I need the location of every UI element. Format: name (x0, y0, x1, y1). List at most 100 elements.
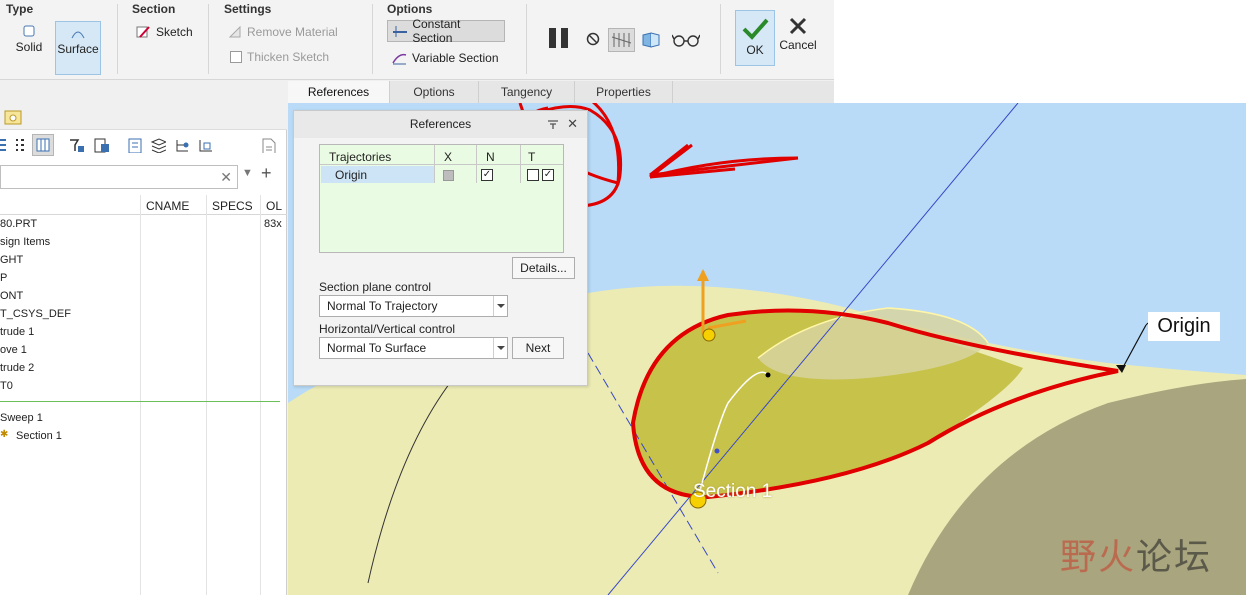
layers-icon[interactable] (150, 137, 166, 153)
add-icon[interactable]: + (261, 163, 272, 184)
ok-button[interactable]: OK (735, 10, 775, 66)
t-checkbox-1[interactable] (527, 169, 539, 181)
tree-item-sweep[interactable]: Sweep 1 (0, 412, 43, 424)
col-trajectories: Trajectories (329, 150, 392, 164)
filter-tree-icon[interactable] (68, 137, 84, 153)
glasses-icon[interactable] (672, 32, 700, 48)
tree-item-section[interactable]: Section 1 (16, 430, 62, 442)
tree-columns-icon[interactable] (197, 137, 213, 153)
pin-icon[interactable] (547, 120, 559, 130)
sketch-icon (136, 26, 150, 38)
group-title-settings: Settings (224, 2, 272, 16)
tab-options[interactable]: Options (390, 81, 479, 103)
t-checkbox-2[interactable]: ✓ (542, 169, 554, 181)
sketch-button[interactable]: Sketch (135, 24, 193, 40)
constant-section-button[interactable]: Constant Section (387, 17, 505, 45)
folder-icon[interactable] (4, 109, 22, 125)
column-ol[interactable]: OL (266, 199, 282, 213)
surface-icon (71, 31, 85, 39)
watermark-part-b: 论坛 (1136, 537, 1213, 578)
watermark-part-a: 野火 (1060, 537, 1137, 578)
tree-item[interactable]: P (0, 272, 7, 284)
table-row[interactable]: Origin (321, 166, 434, 183)
separator (526, 4, 527, 74)
column-cname[interactable]: CNAME (146, 199, 189, 213)
tree-item[interactable]: 80.PRT (0, 218, 37, 230)
no-preview-icon[interactable] (586, 32, 600, 46)
tree-settings-icon[interactable] (93, 137, 109, 153)
x-checkbox[interactable] (443, 170, 454, 181)
mesh-preview-icon (611, 33, 632, 47)
ribbon-blank (834, 0, 1246, 103)
tab-tangency[interactable]: Tangency (479, 81, 575, 103)
group-title-type: Type (6, 2, 34, 16)
layer-icon[interactable] (14, 137, 30, 153)
tab-references[interactable]: References (288, 81, 390, 103)
tree-item[interactable]: trude 2 (0, 362, 34, 374)
col-t: T (528, 150, 536, 164)
panel-header (0, 103, 287, 130)
separator (372, 4, 373, 74)
tree-item[interactable]: GHT (0, 254, 23, 266)
next-button[interactable]: Next (512, 337, 564, 359)
checkmark-icon (742, 18, 769, 40)
solid-icon (23, 25, 35, 37)
section-plane-label: Section plane control (319, 280, 432, 294)
clear-icon[interactable]: ✕ (220, 169, 232, 186)
sketch-marker-icon: ✱ (0, 429, 9, 440)
close-icon (789, 17, 807, 35)
tree-item[interactable]: ove 1 (0, 344, 27, 356)
search-input[interactable]: ✕ (0, 165, 238, 189)
tab-properties[interactable]: Properties (575, 81, 673, 103)
thicken-sketch-checkbox[interactable] (230, 51, 242, 63)
hierarchy-icon[interactable] (174, 137, 190, 153)
tree-item[interactable]: T_CSYS_DEF (0, 308, 71, 320)
variable-section-icon (392, 53, 407, 65)
tree-item[interactable]: ONT (0, 290, 23, 302)
insert-line[interactable] (0, 401, 280, 402)
dashboard-tabs: References Options Tangency Properties (288, 81, 834, 103)
thicken-sketch-option[interactable]: Thicken Sketch (230, 50, 329, 64)
watermark: 野火论坛 (1060, 528, 1212, 580)
cancel-button[interactable]: Cancel (778, 16, 818, 66)
ribbon: Type Solid Surface Section Sketch Settin… (0, 0, 834, 80)
column-specs[interactable]: SPECS (212, 199, 253, 213)
references-dialog: References ✕ Trajectories X N T Origin ✓… (293, 110, 588, 386)
remove-material-icon (228, 25, 241, 38)
hv-control-label: Horizontal/Vertical control (319, 322, 456, 336)
preview-mesh-toggle[interactable] (608, 28, 635, 52)
details-button[interactable]: Details... (512, 257, 575, 279)
group-title-section: Section (132, 2, 176, 16)
document-icon[interactable] (260, 137, 276, 153)
verify-icon[interactable] (640, 30, 662, 50)
group-title-options: Options (387, 2, 433, 16)
columns-icon (36, 138, 50, 152)
separator (208, 4, 209, 74)
separator (720, 4, 721, 74)
n-checkbox[interactable]: ✓ (481, 169, 493, 181)
model-tree-panel: ✕ ▼ + CNAME SPECS OL 83x 80.PRT sign Ite… (0, 103, 287, 595)
chevron-down-icon[interactable]: ▼ (242, 167, 253, 179)
solid-button[interactable]: Solid (8, 24, 50, 64)
tree-item[interactable]: sign Items (0, 236, 50, 248)
tree-item[interactable]: T0 (0, 380, 13, 392)
trajectory-name: Origin (335, 168, 368, 182)
tree-toolbar (0, 133, 287, 159)
col-n: N (486, 150, 495, 164)
hv-control-select[interactable]: Normal To Surface (319, 337, 508, 359)
remove-material-option[interactable]: Remove Material (228, 25, 338, 39)
surface-button[interactable]: Surface (55, 21, 101, 75)
variable-section-button[interactable]: Variable Section (387, 47, 505, 69)
chevron-down-icon (493, 296, 507, 316)
show-icon[interactable] (127, 137, 143, 153)
pause-icon[interactable] (547, 26, 571, 50)
columns-toggle[interactable] (32, 134, 54, 156)
section-label: Section 1 (693, 481, 773, 502)
section-plane-select[interactable]: Normal To Trajectory (319, 295, 508, 317)
ol-value: 83x (264, 218, 282, 230)
constant-section-icon (393, 26, 407, 37)
dialog-title: References (294, 111, 587, 138)
tree-item[interactable]: trude 1 (0, 326, 34, 338)
close-icon[interactable]: ✕ (567, 116, 578, 132)
origin-callout-label: Origin (1148, 312, 1220, 341)
